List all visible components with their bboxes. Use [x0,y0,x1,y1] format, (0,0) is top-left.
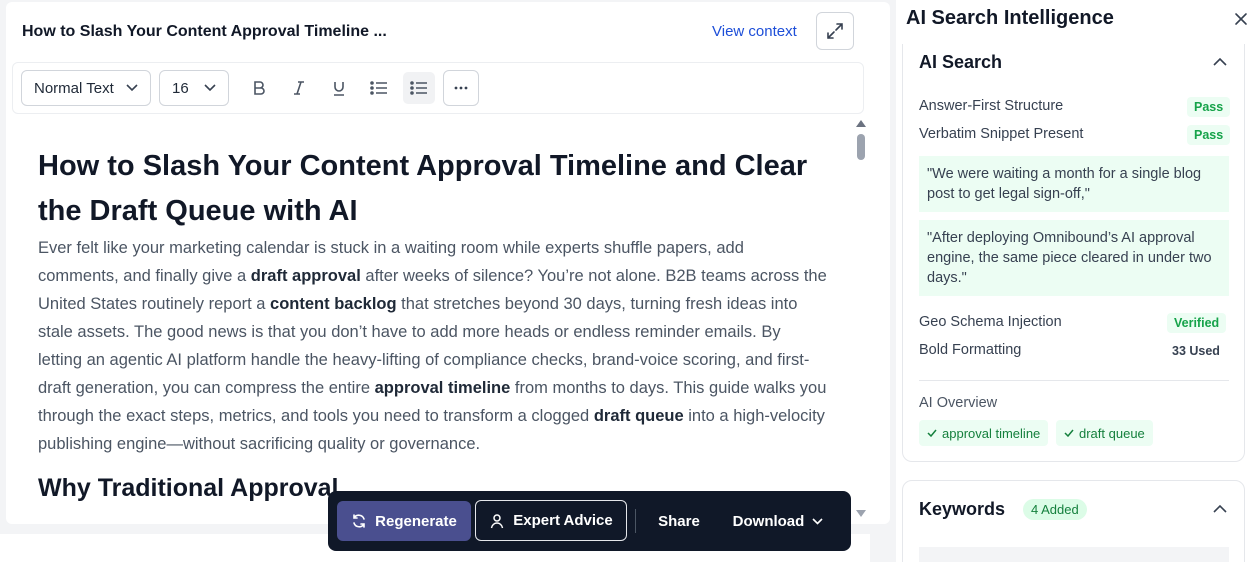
more-options-button[interactable] [443,70,479,106]
bold-run: content backlog [270,295,397,313]
bullet-list-button[interactable] [363,72,395,104]
close-icon[interactable] [1234,12,1248,26]
snippet-quote: "We were waiting a month for a single bl… [919,156,1229,212]
intro-paragraph: Ever felt like your marketing calendar i… [38,234,828,458]
expert-advice-button[interactable]: Expert Advice [475,500,627,541]
count-badge: 33 Used [1172,344,1220,358]
document-body[interactable]: How to Slash Your Content Approval Timel… [38,144,828,508]
expand-icon [827,23,843,39]
regenerate-button[interactable]: Regenerate [337,501,471,541]
bold-icon [254,81,265,95]
document-heading: How to Slash Your Content Approval Timel… [38,150,808,227]
italic-button[interactable] [283,72,315,104]
app-root: How to Slash Your Content Approval Timel… [0,0,1252,562]
action-bar: Regenerate Expert Advice Share Download [328,491,851,551]
check-icon [1064,429,1074,437]
list-icon [410,81,427,95]
font-size-value: 16 [172,79,189,97]
chevron-down-icon [812,517,823,525]
keyword-list-row [919,547,1229,562]
check-label: Bold Formatting [919,342,1022,358]
chevron-up-icon[interactable] [1213,57,1227,67]
snippet-quote: "After deploying Omnibound’s AI approval… [919,220,1229,296]
underline-icon [334,82,344,96]
bold-run: approval timeline [374,379,511,397]
keywords-title: Keywords [919,499,1006,519]
download-label: Download [732,512,805,530]
action-bar-divider [635,509,636,533]
section-divider [919,380,1229,381]
editor-scrollbar[interactable] [856,120,866,520]
scroll-down-arrow-icon[interactable] [856,510,866,517]
underline-button[interactable] [323,72,355,104]
text-style-value: Normal Text [34,79,114,97]
keywords-card: Keywords 4 Added [902,480,1245,562]
expand-button[interactable] [816,12,854,50]
chevron-up-icon[interactable] [1213,504,1227,514]
ai-search-card: AI Search Answer-First Structure Pass Ve… [902,44,1245,462]
ai-search-title: AI Search [919,52,1003,72]
bold-run: draft approval [250,267,361,285]
doc-title: How to Slash Your Content Approval Timel… [22,23,387,40]
ai-search-intelligence-panel: AI Search Intelligence AI Search Answer-… [896,0,1252,562]
scroll-thumb[interactable] [857,134,865,160]
tag-label: approval timeline [942,425,1041,441]
share-button[interactable]: Share [648,501,710,541]
more-horizontal-icon [454,86,468,90]
font-size-select[interactable]: 16 [159,70,229,106]
user-icon [491,513,504,528]
editor-card: How to Slash Your Content Approval Timel… [6,2,890,524]
keyword-tag[interactable]: draft queue [1056,420,1153,446]
download-button[interactable]: Download [724,501,832,541]
bold-run: draft queue [593,407,684,425]
check-icon [927,429,937,437]
format-toolbar: Normal Text 16 [12,62,864,114]
numbered-list-button[interactable] [403,72,435,104]
status-badge: Pass [1187,97,1231,117]
keyword-tag[interactable]: approval timeline [919,420,1049,446]
keywords-count-badge: 4 Added [1023,499,1087,520]
bold-button[interactable] [243,72,275,104]
chevron-down-icon [126,84,138,92]
check-label: Answer-First Structure [919,98,1064,114]
chevron-down-icon [204,84,216,92]
tag-label: draft queue [1079,425,1145,441]
expert-advice-label: Expert Advice [513,512,613,529]
bullet-list-icon [370,81,387,95]
panel-title: AI Search Intelligence [906,7,1114,29]
status-badge: Pass [1187,125,1231,145]
regenerate-label: Regenerate [375,512,457,530]
text-style-select[interactable]: Normal Text [21,70,151,106]
status-badge: Verified [1167,313,1227,333]
view-context-link[interactable]: View context [712,23,797,40]
scroll-up-arrow-icon[interactable] [856,120,866,127]
italic-icon [294,81,304,95]
check-label: Geo Schema Injection [919,314,1062,330]
doc-header: How to Slash Your Content Approval Timel… [6,2,890,62]
refresh-icon [353,514,365,528]
check-label: Verbatim Snippet Present [919,126,1084,142]
ai-overview-label: AI Overview [919,395,998,411]
